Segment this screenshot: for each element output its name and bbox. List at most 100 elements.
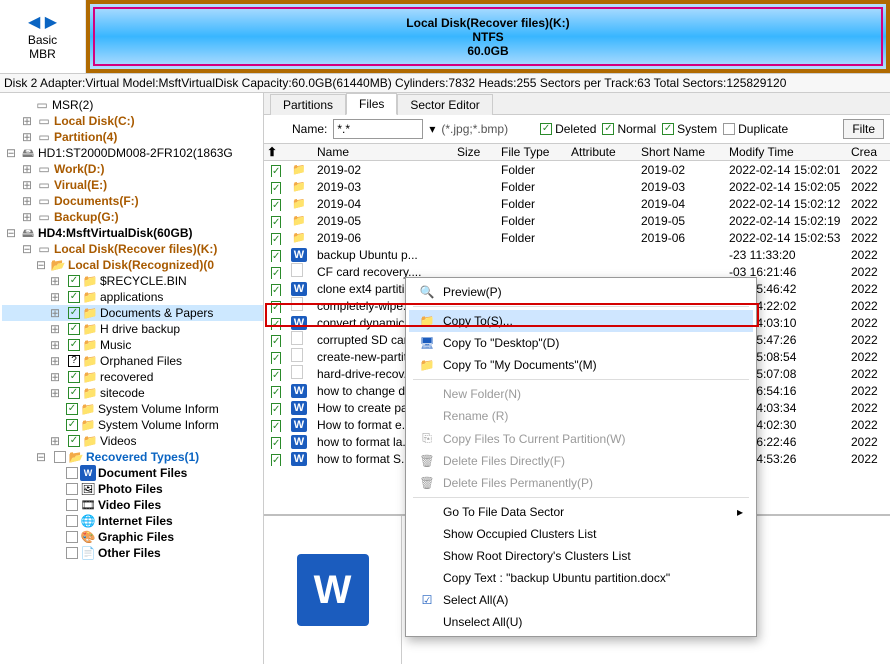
drive-icon: ▭ <box>36 241 52 257</box>
tree-svi[interactable]: System Volume Inform <box>98 401 219 417</box>
tree-viruale[interactable]: Virual(E:) <box>54 177 107 193</box>
chk-deleted[interactable]: ✓Deleted <box>540 122 596 136</box>
tree-backg[interactable]: Backup(G:) <box>54 209 119 225</box>
row-checkbox[interactable]: ✓ <box>271 420 281 432</box>
row-checkbox[interactable]: ✓ <box>271 437 281 449</box>
row-checkbox[interactable]: ✓ <box>271 318 281 330</box>
cell-ctime: 2022 <box>848 367 884 381</box>
tree-rt-video[interactable]: Video Files <box>98 497 161 513</box>
file-icon <box>291 348 303 362</box>
table-row[interactable]: ✓📁2019-02Folder2019-022022-02-14 15:02:0… <box>264 161 890 178</box>
tree-orph[interactable]: Orphaned Files <box>100 353 182 369</box>
tree-rt-inet[interactable]: Internet Files <box>98 513 173 529</box>
part-size: 60.0GB <box>467 44 508 58</box>
cell-mtime: 2022-02-14 15:02:01 <box>726 163 848 177</box>
directory-tree[interactable]: ▭MSR(2) ⊞▭Local Disk(C:) ⊞▭Partition(4) … <box>0 93 264 664</box>
col-name[interactable]: Name <box>314 145 454 159</box>
ctx-occ-clusters[interactable]: Show Occupied Clusters List <box>409 523 753 545</box>
tree-rt-doc[interactable]: Document Files <box>98 465 187 481</box>
col-short[interactable]: Short Name <box>638 145 726 159</box>
col-size[interactable]: Size <box>454 145 498 159</box>
row-checkbox[interactable]: ✓ <box>271 335 281 347</box>
chk-duplicate[interactable]: ✓Duplicate <box>723 122 788 136</box>
row-checkbox[interactable]: ✓ <box>271 369 281 381</box>
tree-msr[interactable]: MSR(2) <box>52 97 93 113</box>
tree-rectypes[interactable]: Recovered Types(1) <box>86 449 199 465</box>
chk-system[interactable]: ✓System <box>662 122 717 136</box>
tree-recycle[interactable]: $RECYCLE.BIN <box>100 273 187 289</box>
table-row[interactable]: ✓📁2019-03Folder2019-032022-02-14 15:02:0… <box>264 178 890 195</box>
tree-apps[interactable]: applications <box>100 289 163 305</box>
cell-name: backup Ubuntu p... <box>314 248 454 262</box>
tree-svi2[interactable]: System Volume Inform <box>98 417 219 433</box>
table-row[interactable]: ✓📁2019-05Folder2019-052022-02-14 15:02:1… <box>264 212 890 229</box>
tree-rt-other[interactable]: Other Files <box>98 545 161 561</box>
table-row[interactable]: ✓Wbackup Ubuntu p...-23 11:33:202022 <box>264 246 890 263</box>
ctx-goto-sector[interactable]: Go To File Data Sector▸ <box>409 501 753 523</box>
ctx-preview[interactable]: 🔍Preview(P) <box>409 281 753 303</box>
cell-mtime: 2022-02-14 15:02:05 <box>726 180 848 194</box>
chk-normal[interactable]: ✓Normal <box>602 122 656 136</box>
folder-icon: 📁 <box>82 305 98 321</box>
dropdown-icon[interactable]: ▾ <box>429 122 435 136</box>
cell-short: 2019-06 <box>638 231 726 245</box>
mbr-label: MBR <box>29 47 56 61</box>
partition-icon: ▭ <box>34 97 50 113</box>
row-checkbox[interactable]: ✓ <box>271 267 281 279</box>
drive-icon: ▭ <box>36 177 52 193</box>
tab-sector-editor[interactable]: Sector Editor <box>397 94 492 115</box>
ctx-select-all[interactable]: ☑Select All(A) <box>409 589 753 611</box>
partition-block[interactable]: Local Disk(Recover files)(K:) NTFS 60.0G… <box>86 0 890 73</box>
ctx-root-clusters[interactable]: Show Root Directory's Clusters List <box>409 545 753 567</box>
tree-rt-graphic[interactable]: Graphic Files <box>98 529 174 545</box>
row-checkbox[interactable]: ✓ <box>271 250 281 262</box>
tree-videos[interactable]: Videos <box>100 433 136 449</box>
cell-ctime: 2022 <box>848 401 884 415</box>
tree-hdrive[interactable]: H drive backup <box>100 321 180 337</box>
tree-recovered[interactable]: recovered <box>100 369 153 385</box>
cell-short: 2019-02 <box>638 163 726 177</box>
tab-files[interactable]: Files <box>346 93 397 115</box>
row-checkbox[interactable]: ✓ <box>271 165 281 177</box>
tree-docs[interactable]: Documents & Papers <box>100 305 213 321</box>
tree-partition4[interactable]: Partition(4) <box>54 129 117 145</box>
ctx-copy-to[interactable]: 📁Copy To(S)... <box>409 310 753 332</box>
ctx-copy-text[interactable]: Copy Text : "backup Ubuntu partition.doc… <box>409 567 753 589</box>
row-checkbox[interactable]: ✓ <box>271 386 281 398</box>
row-checkbox[interactable]: ✓ <box>271 454 281 466</box>
cell-short: 2019-04 <box>638 197 726 211</box>
row-checkbox[interactable]: ✓ <box>271 216 281 228</box>
row-checkbox[interactable]: ✓ <box>271 403 281 415</box>
table-row[interactable]: ✓📁2019-04Folder2019-042022-02-14 15:02:1… <box>264 195 890 212</box>
tree-localc[interactable]: Local Disk(C:) <box>54 113 135 129</box>
ctx-unselect-all[interactable]: Unselect All(U) <box>409 611 753 633</box>
nav-arrows-icon[interactable]: ◀ ▶ <box>28 12 57 32</box>
tree-recog[interactable]: Local Disk(Recognized)(0 <box>68 257 214 273</box>
row-checkbox[interactable]: ✓ <box>271 284 281 296</box>
drive-icon: ▭ <box>36 113 52 129</box>
tree-recK[interactable]: Local Disk(Recover files)(K:) <box>54 241 217 257</box>
row-checkbox[interactable]: ✓ <box>271 199 281 211</box>
tree-docsf[interactable]: Documents(F:) <box>54 193 139 209</box>
col-ctime[interactable]: Crea <box>848 145 884 159</box>
row-checkbox[interactable]: ✓ <box>271 233 281 245</box>
name-filter-input[interactable] <box>333 119 423 139</box>
tree-music[interactable]: Music <box>100 337 131 353</box>
row-checkbox[interactable]: ✓ <box>271 182 281 194</box>
row-checkbox[interactable]: ✓ <box>271 352 281 364</box>
tree-rt-photo[interactable]: Photo Files <box>98 481 163 497</box>
row-checkbox[interactable]: ✓ <box>271 301 281 313</box>
col-mtime[interactable]: Modify Time <box>726 145 848 159</box>
ctx-copy-docs[interactable]: 📁Copy To "My Documents"(M) <box>409 354 753 376</box>
table-row[interactable]: ✓📁2019-06Folder2019-062022-02-14 15:02:5… <box>264 229 890 246</box>
col-ftype[interactable]: File Type <box>498 145 568 159</box>
filter-button[interactable]: Filte <box>843 119 884 139</box>
tree-hd1[interactable]: HD1:ST2000DM008-2FR102(1863G <box>38 145 233 161</box>
tree-sitecode[interactable]: sitecode <box>100 385 145 401</box>
tree-workd[interactable]: Work(D:) <box>54 161 104 177</box>
up-folder-icon[interactable]: ⬆ <box>267 145 277 159</box>
tree-hd4[interactable]: HD4:MsftVirtualDisk(60GB) <box>38 225 192 241</box>
col-attr[interactable]: Attribute <box>568 145 638 159</box>
ctx-copy-desktop[interactable]: 🖥Copy To "Desktop"(D) <box>409 332 753 354</box>
tab-partitions[interactable]: Partitions <box>270 94 346 115</box>
